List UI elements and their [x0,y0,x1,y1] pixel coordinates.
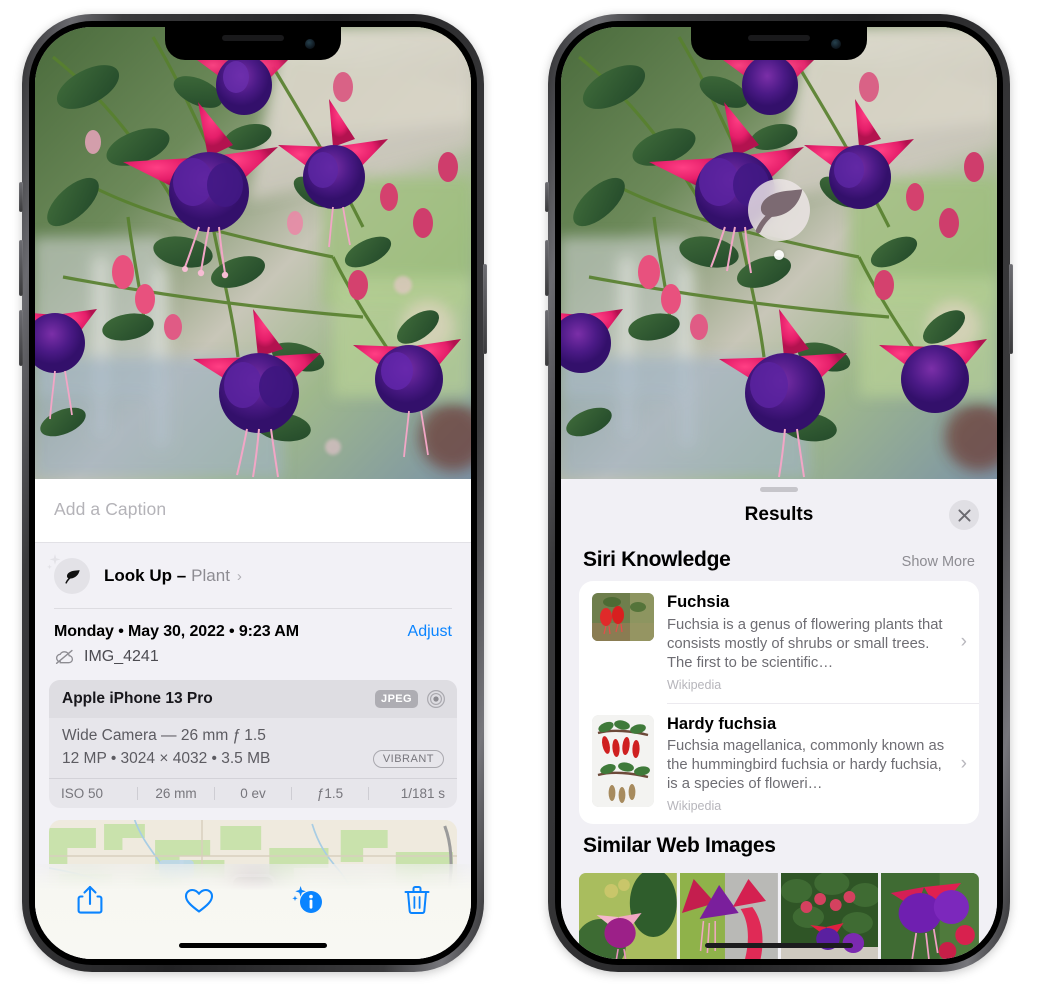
exif-stat-focal: 26 mm [155,786,197,801]
web-image-1[interactable] [579,873,677,959]
silent-switch[interactable] [19,182,23,212]
notch [165,27,341,60]
close-icon [957,508,971,522]
photo-viewer[interactable] [561,27,997,479]
close-button[interactable] [949,500,979,530]
result-title: Fuchsia [667,593,730,611]
volume-down-button[interactable] [19,310,23,366]
chevron-right-icon: › [960,631,967,653]
front-camera-icon [305,39,315,49]
results-sheet: Results Siri Knowledge Show More Fuchsia… [561,479,997,959]
front-camera-icon [831,39,841,49]
adjust-button[interactable]: Adjust [408,623,452,641]
result-source: Wikipedia [667,799,722,814]
exif-header-badges: JPEG [375,689,446,709]
metadata-date-row: Monday • May 30, 2022 • 9:23 AM Adjust [54,623,452,641]
web-image-4[interactable] [881,873,979,959]
format-badge: JPEG [375,690,418,708]
section-title: Siri Knowledge [583,548,731,571]
metadata-file-row: IMG_4241 [54,648,452,666]
photo-date: Monday • May 30, 2022 • 9:23 AM [54,623,299,640]
result-description: Fuchsia magellanica, commonly known as t… [667,738,945,793]
speaker-grille [748,35,810,41]
marker-dot [774,250,784,260]
volume-up-button[interactable] [19,240,23,296]
result-description: Fuchsia is a genus of flowering plants t… [667,616,943,671]
caption-field-row[interactable]: Add a Caption [35,479,471,543]
exif-card[interactable]: Apple iPhone 13 Pro JPEG Wide Camera — 2… [49,680,457,808]
leaf-icon[interactable] [748,179,810,241]
exif-stat-shutter: 1/181 s [400,786,445,801]
volume-down-button[interactable] [545,310,549,366]
exif-stat-aperture: ƒ1.5 [316,786,344,801]
results-header: Results [561,492,997,538]
lens-info: Wide Camera — 26 mm ƒ 1.5 [62,727,266,744]
exif-stats-row: ISO 50 26 mm 0 ev ƒ1.5 1/181 s [49,778,457,808]
exif-stat-iso: ISO 50 [61,786,104,801]
look-up-label: Look Up – Plant › [104,566,242,586]
chevron-right-icon: › [236,568,242,585]
leaf-icon [47,554,90,594]
similar-web-images-header: Similar Web Images [561,824,997,867]
knowledge-item-hardy-fuchsia[interactable]: Hardy fuchsia Fuchsia magellanica, commo… [579,702,979,825]
home-indicator[interactable] [705,943,853,948]
silent-switch[interactable] [545,182,549,212]
power-button[interactable] [483,264,487,354]
result-thumbnail [592,593,654,641]
iphone-right: Results Siri Knowledge Show More Fuchsia… [545,14,1013,972]
exif-stat-ev: 0 ev [240,786,266,801]
iphone-left: Add a Caption Look Up – Plant › Monday •… [19,14,487,972]
results-title: Results [744,504,814,525]
favorite-button[interactable] [176,880,222,920]
screen-left: Add a Caption Look Up – Plant › Monday •… [35,27,471,959]
exif-size-row: 12 MP • 3024 × 4032 • 3.5 MB VIBRANT [62,750,444,768]
notch [691,27,867,60]
delete-button[interactable] [394,880,440,920]
phone-bezel: Add a Caption Look Up – Plant › Monday •… [29,21,477,965]
image-size-info: 12 MP • 3024 × 4032 • 3.5 MB [62,750,271,767]
chevron-right-icon: › [960,752,967,774]
volume-up-button[interactable] [545,240,549,296]
exif-body: Wide Camera — 26 mm ƒ 1.5 12 MP • 3024 ×… [49,718,457,778]
result-thumbnail [592,714,654,807]
home-indicator[interactable] [179,943,327,948]
visual-look-up-marker[interactable] [746,179,812,260]
phone-bezel: Results Siri Knowledge Show More Fuchsia… [555,21,1003,965]
look-up-title: Look Up – [104,566,187,585]
screenshot-stage: Add a Caption Look Up – Plant › Monday •… [0,0,1055,985]
aperture-icon [427,690,445,708]
siri-knowledge-card: Fuchsia Fuchsia is a genus of flowering … [579,581,979,825]
info-button[interactable] [285,880,331,920]
camera-device-name: Apple iPhone 13 Pro [62,690,213,707]
look-up-row[interactable]: Look Up – Plant › [35,543,471,609]
photo-info-sheet: Add a Caption Look Up – Plant › Monday •… [35,479,471,959]
show-more-button[interactable]: Show More [902,554,975,570]
exif-header: Apple iPhone 13 Pro JPEG [49,680,457,718]
knowledge-item-fuchsia[interactable]: Fuchsia Fuchsia is a genus of flowering … [579,581,979,703]
power-button[interactable] [1009,264,1013,354]
result-text: Hardy fuchsia Fuchsia magellanica, commo… [667,715,959,814]
look-up-subject: Plant [191,566,230,585]
share-button[interactable] [67,880,113,920]
result-source: Wikipedia [667,677,722,692]
photo-metadata: Monday • May 30, 2022 • 9:23 AM Adjust I… [35,609,471,674]
photo-filename: IMG_4241 [84,648,159,665]
caption-input[interactable]: Add a Caption [54,499,452,520]
screen-right: Results Siri Knowledge Show More Fuchsia… [561,27,997,959]
section-title: Similar Web Images [583,834,776,858]
siri-knowledge-header: Siri Knowledge Show More [561,538,997,581]
result-text: Fuchsia Fuchsia is a genus of flowering … [667,593,959,692]
photo-viewer[interactable] [35,27,471,479]
profile-badge: VIBRANT [372,750,444,768]
speaker-grille [222,35,284,41]
cloud-slash-icon [55,649,74,665]
result-title: Hardy fuchsia [667,714,777,733]
